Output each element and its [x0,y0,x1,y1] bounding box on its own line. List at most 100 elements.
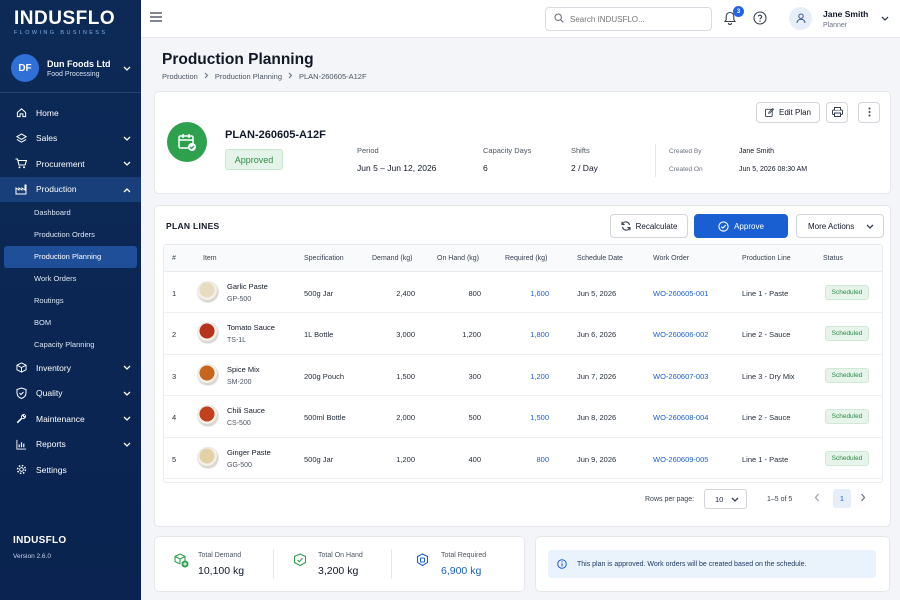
on-hand-value: 800 [468,289,481,298]
help-icon[interactable] [753,11,767,27]
schedule-date: Jun 7, 2026 [577,371,617,381]
product-thumbnail [197,446,219,469]
column-header: Schedule Date [577,255,623,262]
sidebar-footer: INDUSFLO Version 2.6.0 [13,535,67,560]
approve-button[interactable]: Approve [694,214,788,238]
recalculate-button[interactable]: Recalculate [610,214,688,238]
sidebar-subitem-work-orders[interactable]: Work Orders [0,268,141,290]
notification-badge: 3 [733,6,744,17]
required-value[interactable]: 1,600 [508,289,549,298]
sidebar-subitem-dashboard[interactable]: Dashboard [0,202,141,224]
demand-value: 1,500 [396,371,415,381]
sidebar-item-quality[interactable]: Quality [0,381,141,407]
table-row[interactable]: 1 Garlic Paste GP-500 500g Jar 2,400 800 1,600… [164,272,882,314]
sidebar-item-sales[interactable]: Sales [0,126,141,152]
created-on-value-wrap: Jun 5, 2026 08:30 AM [739,166,807,173]
breadcrumb-production[interactable]: Production [162,72,198,81]
page-number-button[interactable]: 1 [833,489,851,508]
work-order-link[interactable]: WO-260608-004 [653,413,708,422]
schedule-date: Jun 9, 2026 [577,454,617,464]
demand-value: 2,000 [396,413,415,423]
work-order-link[interactable]: WO-260606-002 [653,330,708,339]
item-spec: 500ml Bottle [304,413,346,423]
edit-plan-button[interactable]: Edit Plan [756,102,820,123]
pagination: Rows per page: 10 1–5 of 5 1 [155,486,891,516]
sidebar-nav: Home Sales Procurement Production Dashbo… [0,100,141,483]
demand-value: 3,000 [396,330,415,340]
more-options-button[interactable] [858,102,880,123]
item-code: CS-500 [227,420,251,428]
chevron-right-icon[interactable] [860,493,866,504]
work-order-link[interactable]: WO-260607-003 [653,372,708,381]
sidebar-item-production[interactable]: Production [0,176,141,202]
edit-icon [764,108,774,117]
plan-lines-table: # Item Specification Demand (kg) On Hand… [163,244,883,483]
company-switcher[interactable]: DF Dun Foods Ltd Food Processing [11,53,135,83]
required-value[interactable]: 1,500 [508,413,549,422]
sidebar-item-inventory[interactable]: Inventory [0,355,141,381]
created-by-value-wrap: Jane Smith [739,148,774,155]
company-name: Dun Foods Ltd [47,58,111,69]
more-vertical-icon [868,107,871,119]
breadcrumb-production-planning[interactable]: Production Planning [215,72,282,81]
user-avatar[interactable] [789,7,812,30]
chevron-down-icon[interactable] [881,15,889,24]
table-header: # Item Specification Demand (kg) On Hand… [164,245,882,272]
item-spec: 200g Pouch [304,371,345,381]
required-value[interactable]: 1,800 [508,330,549,339]
required-value[interactable]: 800 [508,455,549,464]
sidebar-item-label: Maintenance [36,413,85,424]
status-badge: Scheduled [825,326,869,342]
schedule-date: Jun 6, 2026 [577,330,617,340]
chevron-down-icon [123,363,131,373]
total-on-hand-label: Total On Hand [318,552,363,559]
sidebar-item-reports[interactable]: Reports [0,432,141,458]
notifications-button[interactable]: 3 [724,6,744,27]
rows-per-page-select[interactable]: 10 [704,489,747,509]
user-menu[interactable]: Jane Smith Planner [823,9,868,29]
sidebar-subitem-bom[interactable]: BOM [0,311,141,333]
chevron-left-icon[interactable] [814,493,820,504]
total-required-value: 6,900 kg [441,565,482,577]
plan-lines-title: PLAN LINES [166,221,220,231]
item-name: Garlic Paste [227,282,268,291]
menu-icon[interactable] [150,12,162,24]
row-number: 1 [172,289,177,298]
clipboard-icon [416,553,429,569]
brand-logo[interactable]: INDUSFLO FLOWING BUSINESS [14,8,115,36]
capacity-label: Capacity Days [483,146,532,155]
period-label: Period [357,146,379,155]
table-row[interactable]: 2 Tomato Sauce TS-1L 1L Bottle 3,000 1,200 1,8… [164,313,882,355]
required-value[interactable]: 1,200 [508,372,549,381]
column-header: On Hand (kg) [437,255,480,262]
totals-card: Total Demand 10,100 kg Total On Hand 3,2… [154,536,525,592]
item-code: TS-1L [227,337,247,345]
sidebar-subitem-capacity-planning[interactable]: Capacity Planning [0,333,141,355]
sidebar-subitem-production-orders[interactable]: Production Orders [0,224,141,246]
schedule-date: Jun 8, 2026 [577,413,617,423]
more-actions-button[interactable]: More Actions [796,214,884,238]
chevron-right-icon [204,72,209,81]
search-input[interactable] [570,14,700,24]
print-button[interactable] [826,102,848,123]
chevron-down-icon [123,65,131,74]
sidebar-item-settings[interactable]: Settings [0,457,141,483]
work-order-link[interactable]: WO-260609-005 [653,455,708,464]
sidebar-subitem-production-planning[interactable]: Production Planning [4,245,137,268]
sidebar-subitem-routings[interactable]: Routings [0,290,141,312]
sidebar-item-procurement[interactable]: Procurement [0,151,141,177]
work-order-link[interactable]: WO-260605-001 [653,289,708,298]
sidebar-item-label: Inventory [36,362,71,373]
column-header: # [172,255,176,262]
item-name: Spice Mix [227,364,260,374]
on-hand-value: 400 [468,454,481,464]
company-type: Food Processing [47,70,100,78]
table-row[interactable]: 4 Chili Sauce CS-500 500ml Bottle 2,000 500 1,… [164,396,882,438]
breadcrumb: Production Production Planning PLAN-2606… [162,72,367,81]
sidebar-item-home[interactable]: Home [0,100,141,126]
table-row[interactable]: 3 Spice Mix SM-200 200g Pouch 1,500 300 1,200 J… [164,355,882,397]
chevron-up-icon [123,185,131,195]
table-row[interactable]: 5 Ginger Paste GG-500 500g Jar 1,200 400 800 Ju… [164,438,882,479]
item-code: GG-500 [227,461,252,469]
sidebar-item-maintenance[interactable]: Maintenance [0,406,141,432]
